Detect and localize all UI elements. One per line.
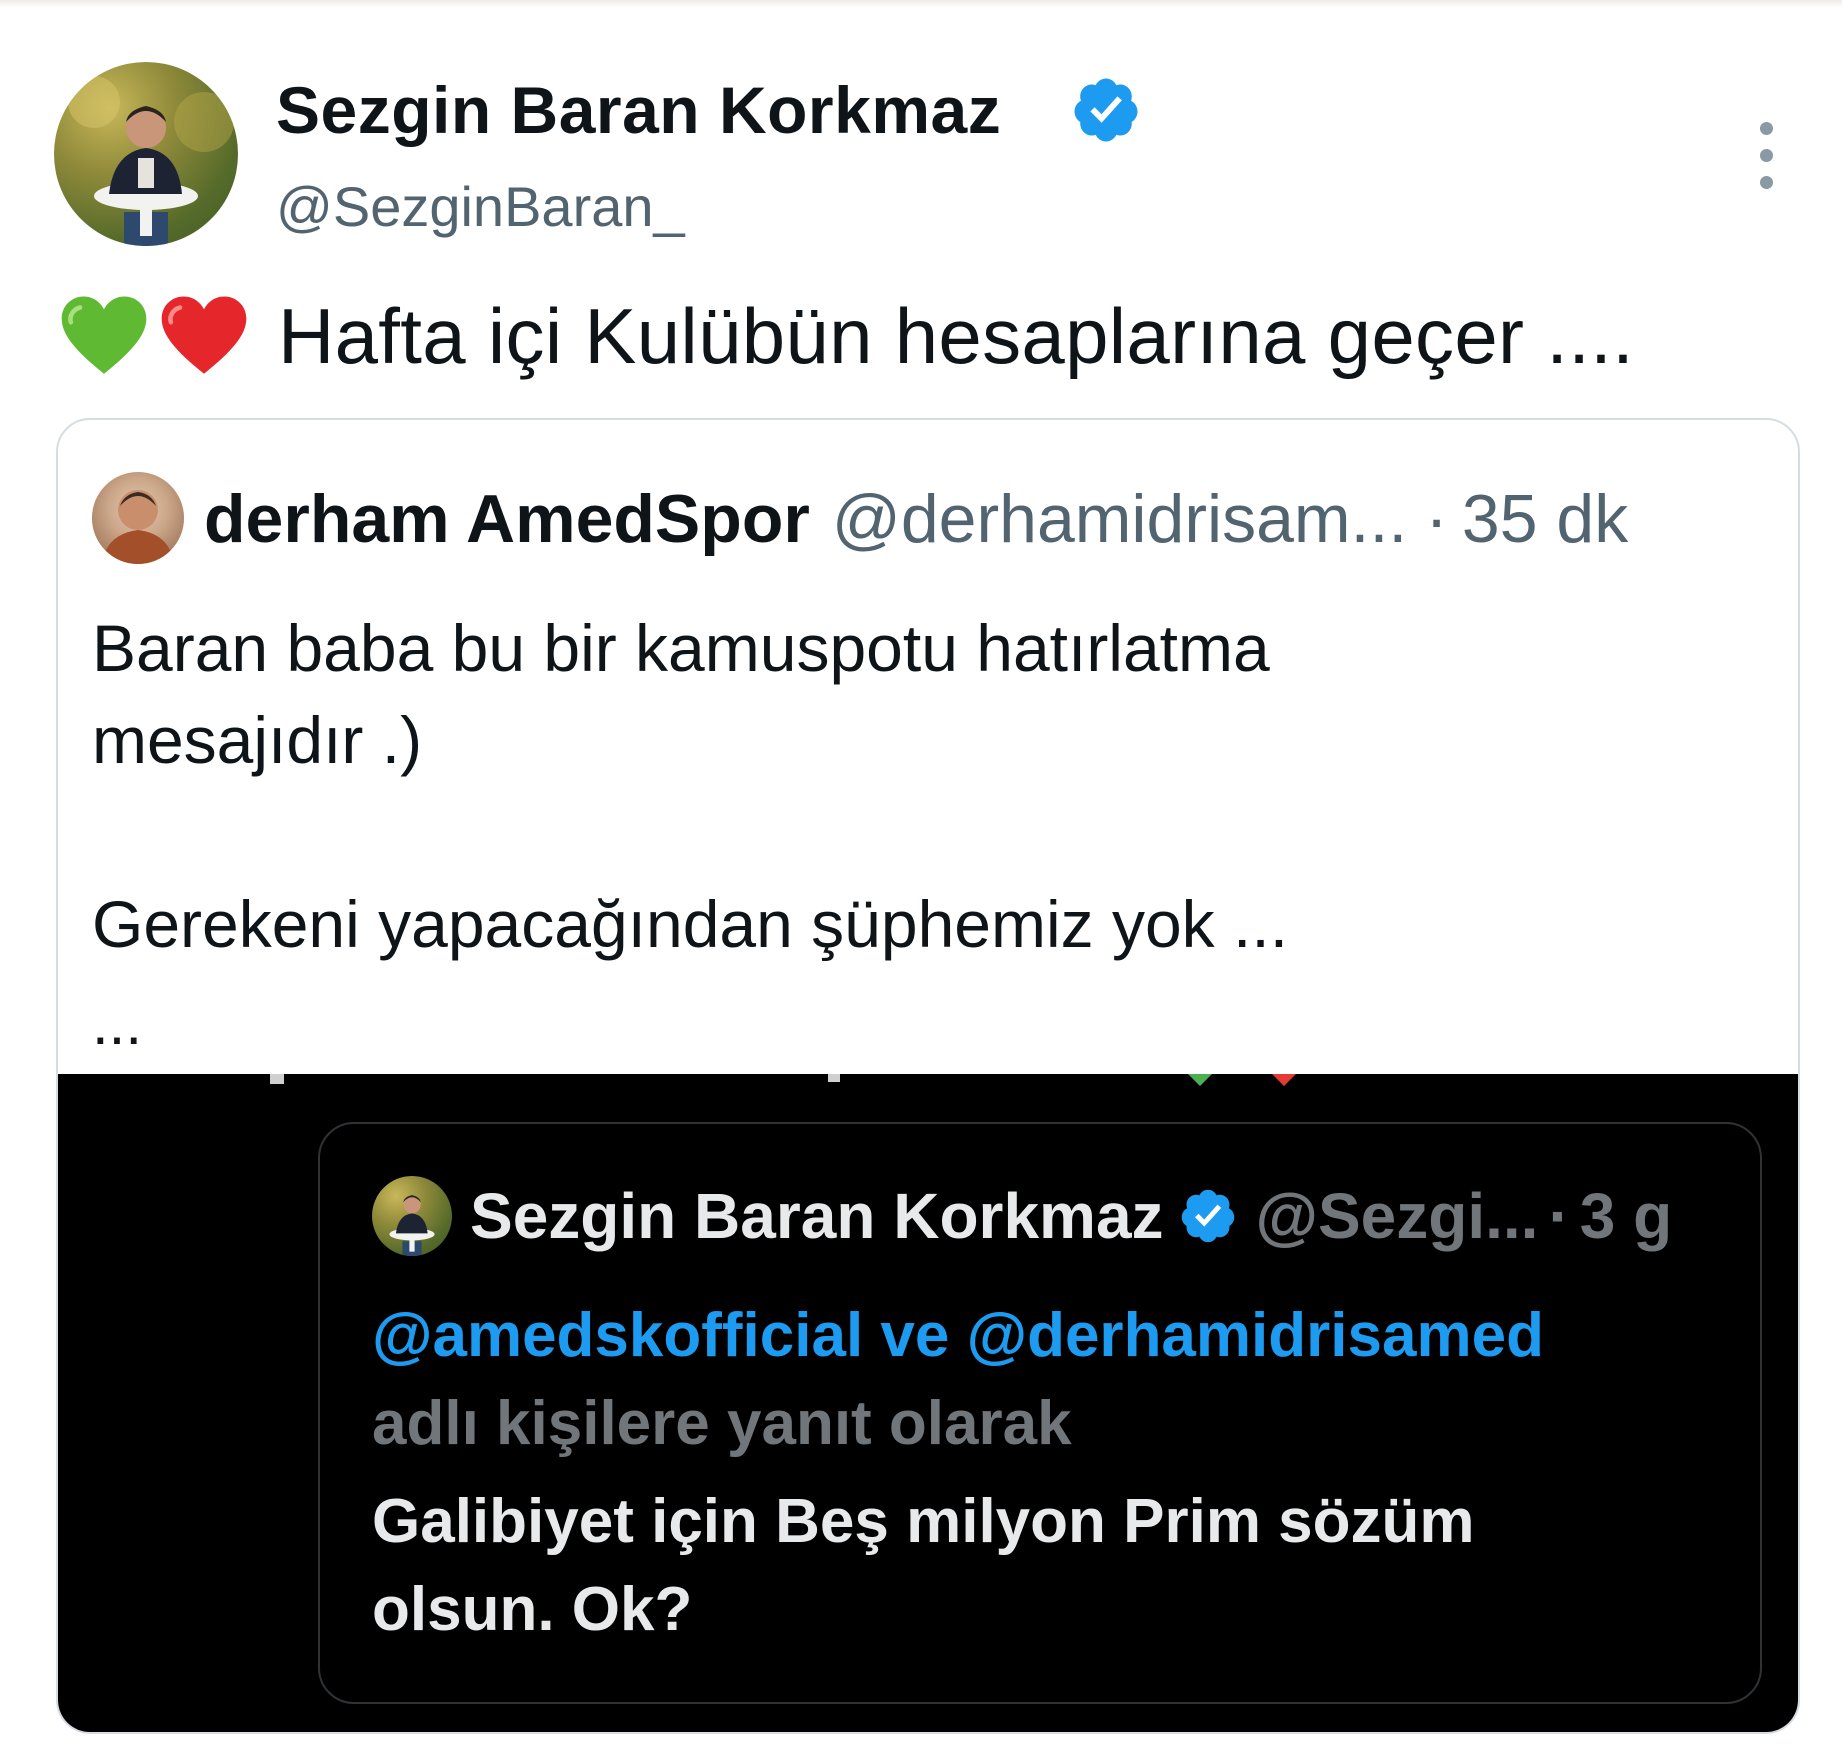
embedded-text-line: olsun. Ok? bbox=[372, 1575, 693, 1644]
quoted-text-ellipsis: ... bbox=[92, 990, 143, 1057]
tweet-body: Hafta içi Kulübün hesaplarına geçer .... bbox=[58, 286, 1634, 386]
quoted-tweet-header: derham AmedSpor @derhamidrisam... · 35 d… bbox=[204, 472, 1628, 566]
embedded-tweet-text: Galibiyet için Beş milyon Prim sözüm ols… bbox=[372, 1478, 1475, 1654]
verified-badge-icon bbox=[1074, 78, 1138, 142]
mention-joiner: ve bbox=[880, 1301, 950, 1370]
attached-screenshot-image[interactable]: Sezgin Baran Korkmaz @Sezgi... · 3 g @am… bbox=[58, 1074, 1798, 1732]
more-options-icon[interactable] bbox=[1748, 122, 1784, 190]
quoted-author-name[interactable]: derham AmedSpor bbox=[204, 472, 810, 566]
embedded-tweet-card: Sezgin Baran Korkmaz @Sezgi... · 3 g @am… bbox=[318, 1122, 1762, 1704]
tweet-text: Hafta içi Kulübün hesaplarına geçer .... bbox=[278, 292, 1635, 380]
quoted-tweet-time[interactable]: 35 dk bbox=[1462, 472, 1628, 566]
green-heart-icon bbox=[61, 296, 147, 374]
verified-badge-icon bbox=[1181, 1189, 1234, 1243]
quoted-text-line: Baran baba bu bir kamuspotu hatırlatma bbox=[92, 611, 1270, 685]
dot-separator: · bbox=[1425, 481, 1448, 557]
embedded-author-handle: @Sezgi... bbox=[1255, 1180, 1539, 1252]
quoted-text-line: Gerekeni yapacağından şüphemiz yok ... bbox=[92, 887, 1289, 961]
mention-link: @amedskofficial bbox=[372, 1301, 864, 1370]
embedded-text-line: Galibiyet için Beş milyon Prim sözüm bbox=[372, 1487, 1475, 1556]
embedded-tweet-time: 3 g bbox=[1579, 1180, 1673, 1252]
reply-context: @amedskofficial ve @derhamidrisamed bbox=[372, 1292, 1544, 1380]
quoted-text-line bbox=[92, 786, 1772, 878]
top-edge bbox=[0, 0, 1842, 8]
reply-context-text: adlı kişilere yanıt olarak bbox=[372, 1389, 1072, 1458]
quoted-tweet-card[interactable]: derham AmedSpor @derhamidrisam... · 35 d… bbox=[56, 418, 1800, 1734]
dot-separator: · bbox=[1548, 1180, 1570, 1252]
quoted-text-line: mesajıdır .) bbox=[92, 703, 423, 777]
quoted-author-handle[interactable]: @derhamidrisam... bbox=[832, 472, 1407, 566]
quoted-author-avatar[interactable] bbox=[92, 472, 184, 564]
embedded-author-avatar bbox=[372, 1176, 452, 1256]
embedded-author-name: Sezgin Baran Korkmaz bbox=[470, 1180, 1164, 1252]
mention-link: @derhamidrisamed bbox=[966, 1301, 1544, 1370]
author-name[interactable]: Sezgin Baran Korkmaz bbox=[276, 70, 1001, 150]
red-heart-icon bbox=[161, 296, 247, 374]
quoted-tweet-text: Baran baba bu bir kamuspotu hatırlatma m… bbox=[92, 602, 1772, 970]
embedded-tweet-header: Sezgin Baran Korkmaz @Sezgi... · 3 g bbox=[470, 1168, 1672, 1264]
cropped-text-remnant bbox=[270, 1074, 1296, 1086]
author-handle[interactable]: @SezginBaran_ bbox=[276, 172, 685, 242]
author-avatar[interactable] bbox=[54, 62, 238, 246]
